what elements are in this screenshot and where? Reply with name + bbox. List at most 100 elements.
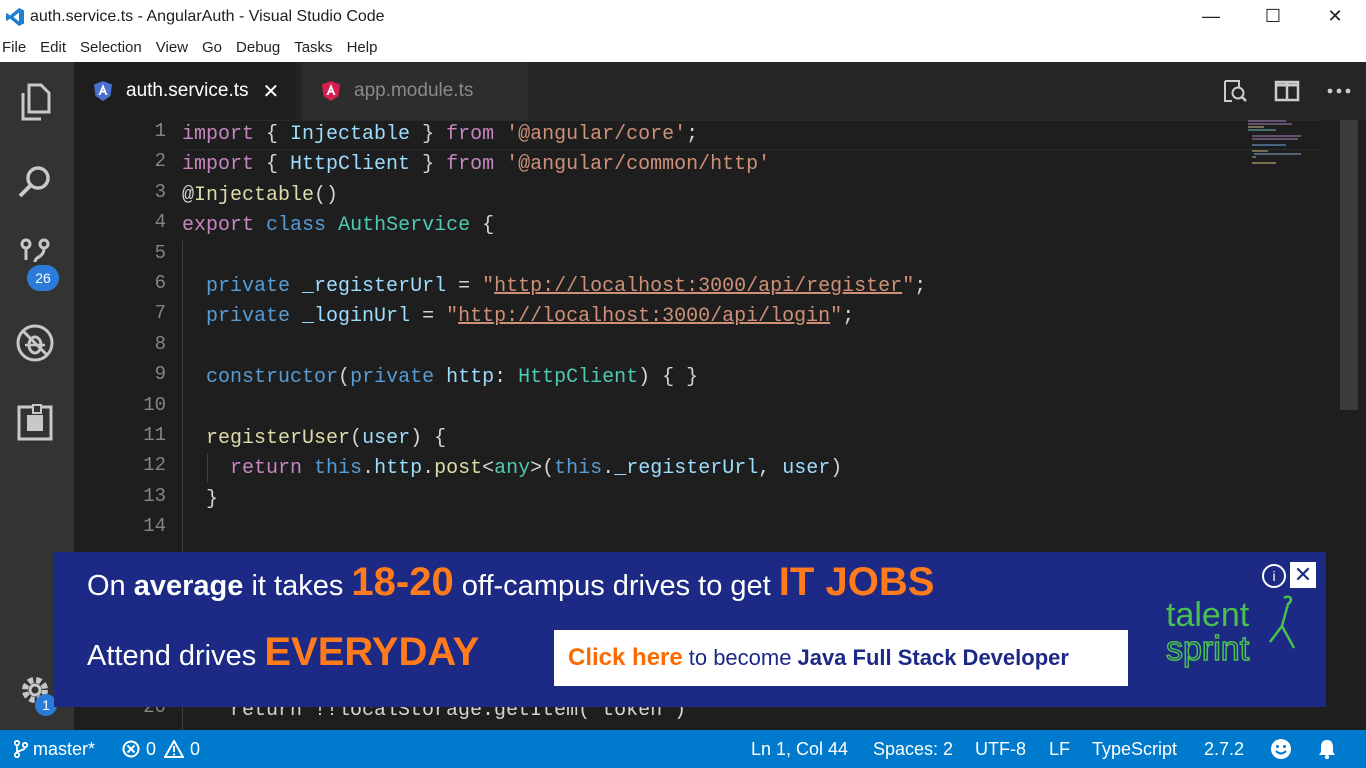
code-token: { — [470, 214, 495, 238]
tab-label: auth.service.ts — [126, 80, 249, 101]
close-tab-icon[interactable]: ✕ — [263, 79, 280, 104]
code-token: ) { — [410, 427, 447, 450]
line-number: 8 — [154, 332, 166, 355]
close-window-button[interactable]: ✕ — [1304, 0, 1366, 33]
code-token: . — [362, 457, 375, 481]
code-token: . — [422, 457, 435, 481]
git-branch[interactable]: master* — [14, 730, 95, 768]
title-bar: auth.service.ts - AngularAuth - Visual S… — [0, 0, 1366, 33]
line-number: 1 — [154, 120, 166, 142]
code-token: = — [446, 275, 483, 298]
code-token: } — [182, 487, 219, 511]
ad-close-button[interactable]: ✕ — [1290, 562, 1316, 588]
code-token: } — [410, 153, 447, 177]
code-token: HttpClient — [518, 366, 639, 390]
error-icon — [122, 740, 140, 758]
minimap[interactable] — [1246, 120, 1316, 170]
angular-file-icon — [322, 81, 340, 101]
window-title: auth.service.ts - AngularAuth - Visual S… — [30, 7, 385, 25]
menu-tasks[interactable]: Tasks — [287, 39, 339, 56]
code-line: import { Injectable } from '@angular/cor… — [182, 120, 698, 150]
line-number: 10 — [143, 393, 166, 416]
indentation[interactable]: Spaces: 2 — [873, 730, 953, 768]
end-of-line[interactable]: LF — [1049, 730, 1070, 768]
code-token: _loginUrl — [302, 305, 411, 329]
code-token: ) { } — [638, 366, 699, 390]
minimize-button[interactable]: — — [1180, 0, 1242, 33]
code-token: { — [254, 153, 291, 177]
debug-icon[interactable] — [13, 321, 57, 365]
menu-file[interactable]: File — [0, 39, 33, 56]
tab-label: app.module.ts — [354, 80, 474, 101]
code-token: ; — [686, 123, 699, 146]
cursor-position[interactable]: Ln 1, Col 44 — [751, 730, 848, 768]
menu-help[interactable]: Help — [340, 39, 385, 56]
notifications-bell-icon[interactable] — [1316, 730, 1338, 768]
menu-go[interactable]: Go — [195, 39, 229, 56]
feedback-smiley-icon[interactable] — [1270, 730, 1292, 768]
code-token: >( — [530, 457, 555, 481]
code-line: return this.http.post<any>(this._registe… — [182, 454, 842, 484]
ad-banner[interactable]: On average it takes 18-20 off-campus dri… — [54, 552, 1326, 707]
code-token: http://localhost:3000/api/login — [458, 305, 831, 329]
ad-info-icon[interactable]: i — [1262, 564, 1286, 588]
code-token: http://localhost:3000/api/register — [494, 275, 903, 298]
code-token: ; — [842, 305, 855, 329]
code-token: private — [350, 366, 435, 390]
code-token: _registerUrl — [302, 275, 447, 298]
code-token: constructor — [206, 366, 339, 390]
menu-edit[interactable]: Edit — [33, 39, 73, 56]
explorer-icon[interactable] — [13, 80, 57, 124]
search-icon[interactable] — [13, 160, 57, 204]
line-number: 4 — [154, 211, 166, 234]
svg-text:sprint: sprint — [1166, 630, 1250, 668]
tab-auth-service[interactable]: auth.service.ts ✕ — [74, 62, 296, 120]
code-token: . — [602, 457, 615, 481]
code-token: http — [374, 457, 423, 481]
open-changes-icon[interactable] — [1222, 78, 1248, 104]
maximize-button[interactable]: ☐ — [1242, 0, 1304, 33]
editor-scrollbar[interactable] — [1340, 120, 1358, 410]
code-line: private _loginUrl = "http://localhost:30… — [182, 302, 854, 332]
language-mode[interactable]: TypeScript — [1092, 730, 1177, 768]
menu-view[interactable]: View — [149, 39, 195, 56]
code-token: from — [446, 123, 495, 146]
code-line: } — [182, 485, 218, 515]
code-token: this — [554, 457, 603, 481]
code-token: private — [206, 305, 291, 329]
code-token: " — [446, 305, 459, 329]
code-token: { — [254, 123, 291, 146]
code-line: private _registerUrl = "http://localhost… — [182, 272, 926, 302]
git-branch-icon — [14, 740, 28, 758]
code-token: Injectable — [290, 123, 411, 146]
menu-debug[interactable]: Debug — [229, 39, 287, 56]
code-token: from — [446, 153, 495, 177]
code-token: " — [482, 275, 495, 298]
code-token: < — [482, 457, 495, 481]
menu-selection[interactable]: Selection — [73, 39, 149, 56]
line-number: 7 — [154, 302, 166, 325]
ad-cta-button[interactable]: Click here to become Java Full Stack Dev… — [554, 630, 1128, 686]
code-token: () — [314, 183, 339, 207]
code-token: ( — [338, 366, 351, 390]
ad-subheadline: Attend drives EVERYDAY — [87, 630, 480, 674]
line-number: 11 — [143, 424, 166, 446]
extensions-icon[interactable] — [13, 401, 57, 445]
more-actions-icon[interactable] — [1326, 78, 1352, 104]
code-token: export — [182, 214, 255, 238]
typescript-version[interactable]: 2.7.2 — [1204, 730, 1244, 768]
tab-app-module[interactable]: app.module.ts — [302, 62, 528, 120]
problems-indicator[interactable]: 0 0 — [122, 730, 200, 768]
split-editor-icon[interactable] — [1274, 78, 1300, 104]
code-token: _registerUrl — [614, 457, 759, 481]
encoding[interactable]: UTF-8 — [975, 730, 1026, 768]
code-token: user — [362, 427, 411, 450]
